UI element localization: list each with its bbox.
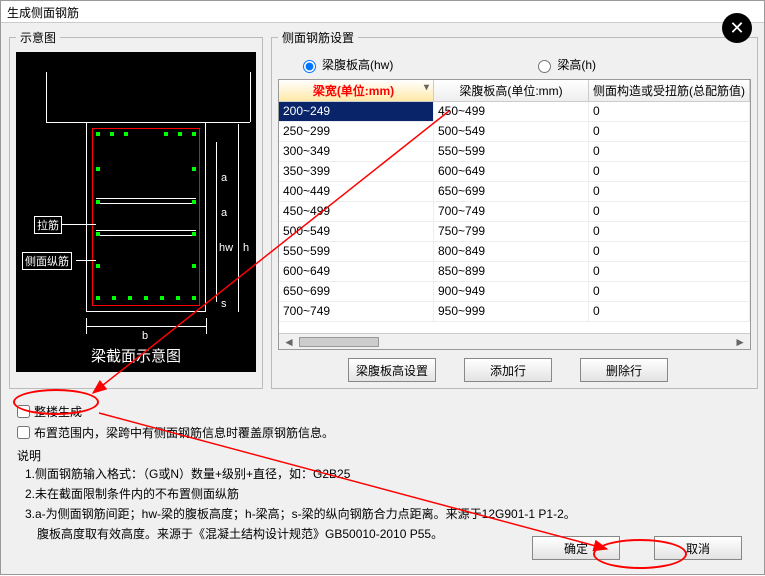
diagram-legend: 示意图 — [16, 29, 60, 46]
table-row[interactable]: 400~449650~6990 — [279, 182, 750, 202]
overwrite-checkbox[interactable] — [17, 426, 30, 439]
table-row[interactable]: 250~299500~5490 — [279, 122, 750, 142]
whole-building-checkbox[interactable] — [17, 405, 30, 418]
table-row[interactable]: 450~499700~7490 — [279, 202, 750, 222]
table-row[interactable]: 350~399600~6490 — [279, 162, 750, 182]
dialog-title: 生成侧面钢筋 — [1, 1, 764, 23]
desc-line-1: 1.侧面钢筋输入格式：（G或N）数量+级别+直径，如：G2B25 — [17, 464, 754, 484]
diagram-label-lajin: 拉筋 — [34, 216, 62, 234]
ok-button[interactable]: 确定 — [532, 536, 620, 560]
delete-row-button[interactable]: 删除行 — [580, 358, 668, 382]
diagram-caption: 梁截面示意图 — [16, 345, 256, 366]
radio-hw[interactable]: 梁腹板高(hw) — [298, 56, 393, 73]
diagram-label-cemian: 侧面纵筋 — [22, 252, 72, 270]
settings-panel: 侧面钢筋设置 梁腹板高(hw) 梁高(h) 梁宽(单位:mm)▾ 梁腹板高(单位… — [271, 29, 758, 389]
table-row[interactable]: 650~699900~9490 — [279, 282, 750, 302]
overwrite-label: 布置范围内，梁跨中有侧面钢筋信息时覆盖原钢筋信息。 — [34, 424, 334, 441]
add-row-button[interactable]: 添加行 — [464, 358, 552, 382]
close-icon[interactable]: ✕ — [722, 13, 752, 43]
grid: 梁宽(单位:mm)▾ 梁腹板高(单位:mm) 侧面构造或受扭筋(总配筋值) 20… — [278, 79, 751, 350]
desc-header: 说明 — [17, 443, 754, 464]
lower-section: 整楼生成 布置范围内，梁跨中有侧面钢筋信息时覆盖原钢筋信息。 说明 1.侧面钢筋… — [1, 397, 764, 544]
table-row[interactable]: 700~749950~9990 — [279, 302, 750, 322]
table-row[interactable]: 550~599800~8490 — [279, 242, 750, 262]
desc-line-2: 2.未在截面限制条件内的不布置侧面纵筋 — [17, 484, 754, 504]
sort-icon: ▾ — [424, 82, 429, 93]
table-row[interactable]: 600~649850~8990 — [279, 262, 750, 282]
grid-body[interactable]: 200~249450~4990250~299500~5490300~349550… — [279, 102, 750, 333]
radio-h[interactable]: 梁高(h) — [533, 56, 596, 73]
table-row[interactable]: 200~249450~4990 — [279, 102, 750, 122]
fuban-setting-button[interactable]: 梁腹板高设置 — [348, 358, 436, 382]
whole-building-label: 整楼生成 — [34, 403, 82, 420]
scroll-left-icon[interactable]: ◄ — [283, 335, 295, 349]
grid-scrollbar-h[interactable]: ◄► — [279, 333, 750, 349]
desc-line-3: 3.a-为侧面钢筋间距；hw-梁的腹板高度；h-梁高；s-梁的纵向钢筋合力点距离… — [17, 504, 754, 524]
diagram: 拉筋 侧面纵筋 a a hw h s b 梁截面示意图 — [16, 52, 256, 372]
table-row[interactable]: 500~549750~7990 — [279, 222, 750, 242]
diagram-panel: 示意图 拉筋 — [9, 29, 263, 389]
dialog: 生成侧面钢筋 ✕ 示意图 — [0, 0, 765, 575]
scroll-right-icon[interactable]: ► — [734, 335, 746, 349]
settings-legend: 侧面钢筋设置 — [278, 29, 358, 46]
grid-header-col1[interactable]: 梁宽(单位:mm)▾ — [279, 80, 434, 101]
cancel-button[interactable]: 取消 — [654, 536, 742, 560]
grid-header-col3[interactable]: 侧面构造或受扭筋(总配筋值) — [589, 80, 750, 101]
grid-header-col2[interactable]: 梁腹板高(单位:mm) — [434, 80, 589, 101]
table-row[interactable]: 300~349550~5990 — [279, 142, 750, 162]
